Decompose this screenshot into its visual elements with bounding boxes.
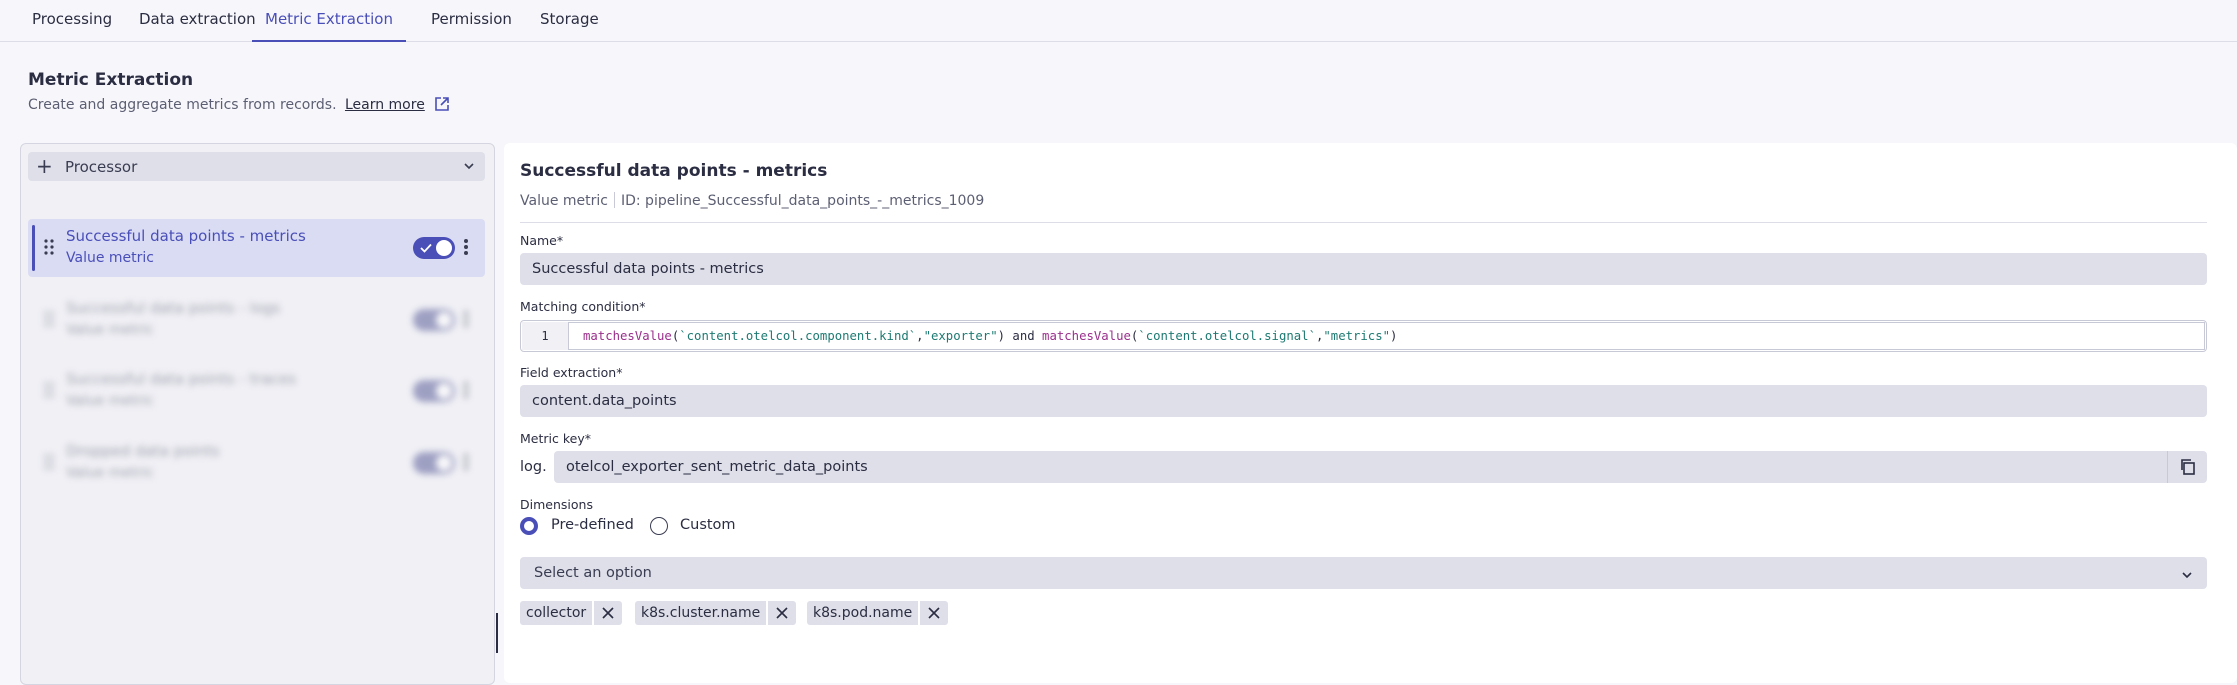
more-vertical-icon[interactable] (456, 309, 476, 331)
chevron-down-icon (464, 163, 474, 170)
chip-label: k8s.pod.name (807, 601, 919, 625)
radio-predefined[interactable] (520, 517, 538, 535)
remove-chip-button[interactable] (918, 601, 949, 625)
tab-permission[interactable]: Permission (431, 0, 512, 41)
metric-key-field[interactable]: otelcol_exporter_sent_metric_data_points (554, 451, 2167, 483)
processor-item-subtitle: Value metric (66, 393, 154, 409)
radio-custom[interactable] (650, 517, 668, 535)
drag-handle-icon[interactable] (44, 381, 54, 399)
tab-storage[interactable]: Storage (540, 0, 599, 41)
processor-detail-panel: Successful data points - metrics Value m… (504, 143, 2237, 683)
dimension-chip: collector (520, 601, 623, 625)
metric-key-label: Metric key* (520, 431, 591, 446)
drag-handle-icon[interactable] (44, 453, 54, 471)
external-link-icon[interactable] (434, 96, 450, 112)
detail-meta: Value metric ID: pipeline_Successful_data… (520, 192, 984, 209)
processor-item-title: Successful data points - traces (66, 370, 297, 388)
dimension-chip: k8s.pod.name (807, 601, 949, 625)
selected-indicator (32, 225, 35, 271)
processor-enabled-toggle[interactable] (413, 452, 455, 474)
field-extraction-field[interactable]: content.data_points (520, 385, 2207, 417)
drag-handle-icon[interactable] (44, 310, 54, 328)
line-number: 1 (522, 322, 568, 350)
processor-list-panel: + Processor Successful data points - met… (20, 143, 495, 685)
processor-enabled-toggle[interactable] (413, 380, 455, 402)
copy-button[interactable] (2167, 451, 2207, 483)
toggle-knob (436, 383, 452, 399)
remove-chip-button[interactable] (766, 601, 797, 625)
drag-handle-icon[interactable] (44, 238, 54, 256)
detail-type: Value metric (520, 193, 608, 209)
add-processor-label: Processor (65, 158, 138, 176)
dimension-chip: k8s.cluster.name (635, 601, 797, 625)
radio-predefined-label[interactable]: Pre-defined (551, 517, 634, 533)
dimensions-select[interactable]: Select an option (520, 557, 2207, 589)
chip-label: collector (520, 601, 593, 625)
tab-data-extraction[interactable]: Data extraction (139, 0, 256, 41)
learn-more-link[interactable]: Learn more (345, 97, 425, 113)
detail-title: Successful data points - metrics (520, 161, 828, 181)
toggle-knob (436, 312, 452, 328)
close-icon (602, 607, 614, 619)
tab-bar: Processing Data extraction Metric Extrac… (0, 0, 2237, 42)
select-placeholder: Select an option (534, 565, 652, 581)
panel-resize-handle[interactable] (496, 613, 498, 653)
section-description: Create and aggregate metrics from record… (28, 96, 450, 113)
code-line[interactable]: matchesValue(`content.otelcol.component.… (568, 322, 2205, 350)
active-tab-indicator (252, 40, 406, 42)
detail-id: ID: pipeline_Successful_data_points_-_me… (620, 193, 985, 209)
radio-custom-label[interactable]: Custom (680, 517, 736, 533)
processor-item-subtitle: Value metric (66, 250, 154, 266)
processor-item-dropped[interactable]: Dropped data points Value metric (28, 434, 485, 492)
name-label: Name* (520, 233, 564, 248)
name-field[interactable]: Successful data points - metrics (520, 253, 2207, 285)
divider (520, 222, 2207, 223)
add-processor-button[interactable]: + Processor (28, 152, 485, 181)
matching-condition-editor[interactable]: 1 matchesValue(`content.otelcol.componen… (520, 320, 2207, 352)
processor-item-metrics[interactable]: Successful data points - metrics Value m… (28, 219, 485, 277)
processor-enabled-toggle[interactable] (413, 237, 455, 259)
processor-item-title: Successful data points - logs (66, 299, 281, 317)
dimensions-label: Dimensions (520, 497, 593, 512)
close-icon (776, 607, 788, 619)
metric-key-prefix: log. (520, 459, 547, 475)
tab-metric-extraction[interactable]: Metric Extraction (252, 0, 406, 42)
matching-condition-label: Matching condition* (520, 299, 646, 314)
section-description-text: Create and aggregate metrics from record… (28, 97, 337, 113)
more-vertical-icon[interactable] (456, 452, 476, 474)
chip-label: k8s.cluster.name (635, 601, 767, 625)
field-extraction-label: Field extraction* (520, 365, 623, 380)
chevron-down-icon (2182, 572, 2192, 579)
processor-item-traces[interactable]: Successful data points - traces Value me… (28, 362, 485, 420)
more-vertical-icon[interactable] (456, 380, 476, 402)
processor-enabled-toggle[interactable] (413, 309, 455, 331)
section-title: Metric Extraction (28, 70, 194, 90)
copy-icon (2181, 459, 2195, 475)
more-vertical-icon[interactable] (456, 237, 476, 259)
meta-separator (613, 192, 615, 208)
processor-item-title: Dropped data points (66, 442, 220, 460)
remove-chip-button[interactable] (592, 601, 623, 625)
toggle-knob (436, 455, 452, 471)
tab-processing[interactable]: Processing (32, 0, 112, 41)
processor-item-subtitle: Value metric (66, 322, 154, 338)
plus-icon: + (36, 154, 53, 178)
check-icon (420, 243, 432, 253)
toggle-knob (436, 240, 452, 256)
close-icon (928, 607, 940, 619)
processor-item-logs[interactable]: Successful data points - logs Value metr… (28, 291, 485, 349)
tab-metric-extraction-label: Metric Extraction (265, 10, 393, 28)
processor-item-title: Successful data points - metrics (66, 227, 306, 245)
processor-item-subtitle: Value metric (66, 465, 154, 481)
